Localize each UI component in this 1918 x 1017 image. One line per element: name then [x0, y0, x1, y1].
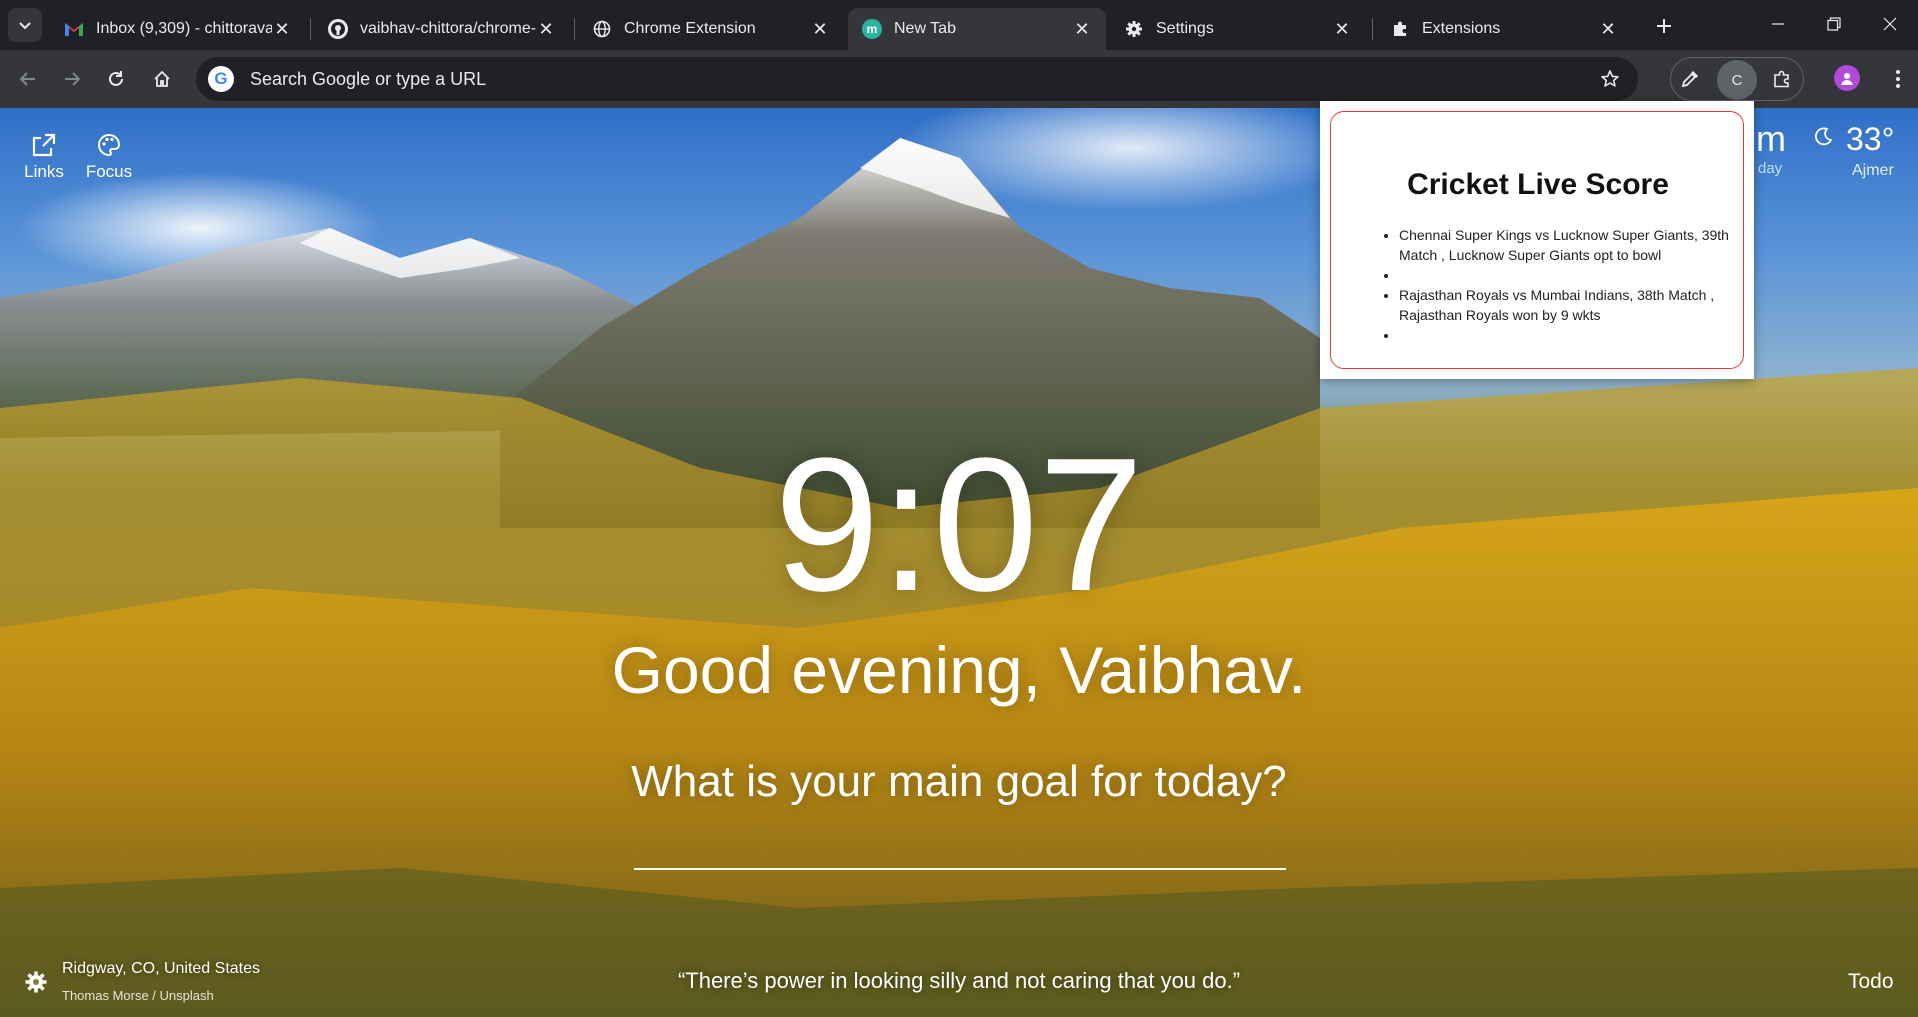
toolbar: G	[0, 50, 1918, 108]
close-icon[interactable]: ✕	[536, 19, 556, 39]
tab-separator	[310, 18, 311, 40]
chrome-menu-button[interactable]	[1880, 61, 1916, 97]
close-window-button[interactable]	[1862, 0, 1918, 48]
clock: 9:07	[774, 419, 1144, 631]
match-item: Rajasthan Royals vs Mumbai Indians, 38th…	[1399, 285, 1731, 325]
reload-button[interactable]	[98, 61, 134, 97]
tab-github[interactable]: vaibhav-chittora/chrome-e ✕	[314, 8, 570, 50]
kebab-menu-icon	[1896, 70, 1900, 88]
tab-title: Chrome Extension	[624, 20, 756, 37]
gear-icon	[1124, 19, 1144, 39]
minimize-icon	[1772, 23, 1784, 25]
back-button[interactable]	[10, 61, 46, 97]
restore-icon	[1827, 17, 1841, 31]
tab-settings[interactable]: Settings ✕	[1110, 8, 1366, 50]
plus-icon	[1657, 19, 1671, 33]
bookmark-star-icon[interactable]	[1596, 65, 1624, 93]
tab-new-tab[interactable]: m New Tab ✕	[848, 8, 1106, 50]
address-input[interactable]	[250, 68, 1596, 90]
match-item-empty	[1399, 325, 1731, 345]
close-icon[interactable]: ✕	[1598, 19, 1618, 39]
chevron-down-icon	[19, 22, 31, 30]
main-goal-input[interactable]	[634, 822, 1286, 870]
weather-city[interactable]: Ajmer	[1852, 162, 1894, 180]
home-icon	[154, 70, 170, 87]
tab-strip: Inbox (9,309) - chittoravai ✕ vaibhav-ch…	[0, 0, 1918, 50]
popup-card: Cricket Live Score Chennai Super Kings v…	[1330, 111, 1744, 369]
palette-icon	[96, 128, 122, 162]
close-icon[interactable]: ✕	[272, 19, 292, 39]
tab-separator	[1372, 18, 1373, 40]
tab-title: New Tab	[894, 20, 956, 37]
tab-title: Extensions	[1422, 20, 1501, 37]
tab-title: Inbox (9,309) - chittoravai	[96, 20, 272, 37]
cricket-extension-button[interactable]: C	[1717, 60, 1757, 100]
links-label: Links	[24, 162, 64, 181]
todo-button[interactable]: Todo	[1848, 970, 1894, 994]
forward-arrow-icon	[65, 72, 81, 86]
forward-button[interactable]	[54, 61, 90, 97]
match-item-empty	[1399, 265, 1731, 285]
puzzle-icon	[1390, 19, 1410, 39]
moon-icon	[1812, 126, 1834, 148]
focus-label: Focus	[85, 162, 133, 181]
momentum-icon: m	[862, 19, 882, 39]
popup-title: Cricket Live Score	[1407, 168, 1669, 201]
close-icon	[1883, 17, 1897, 31]
reload-icon	[109, 71, 123, 86]
external-link-icon	[31, 128, 57, 162]
extensions-puzzle-icon	[1774, 70, 1789, 88]
profile-avatar[interactable]	[1834, 65, 1860, 91]
close-icon[interactable]: ✕	[1332, 19, 1352, 39]
home-button[interactable]	[144, 61, 180, 97]
cricket-extension-popup: Cricket Live Score Chennai Super Kings v…	[1320, 101, 1754, 379]
person-icon	[1841, 73, 1853, 85]
globe-icon	[592, 19, 612, 39]
minimize-button[interactable]	[1750, 0, 1806, 48]
tab-title: vaibhav-chittora/chrome-e	[360, 20, 536, 37]
daily-quote[interactable]: “There’s power in looking silly and not …	[0, 968, 1918, 994]
links-button[interactable]: Links	[16, 128, 72, 182]
tab-separator	[574, 18, 575, 40]
github-icon	[328, 19, 348, 39]
weather-partial-text: m	[1756, 118, 1786, 159]
weather-temperature[interactable]: 33°	[1846, 121, 1894, 158]
match-item: Chennai Super Kings vs Lucknow Super Gia…	[1399, 225, 1731, 265]
focus-button[interactable]: Focus	[81, 128, 137, 182]
match-list: Chennai Super Kings vs Lucknow Super Gia…	[1379, 225, 1731, 345]
extensions-button[interactable]	[1764, 61, 1800, 97]
google-icon: G	[208, 66, 234, 92]
tab-chrome-extension[interactable]: Chrome Extension ✕	[578, 8, 844, 50]
tab-gmail[interactable]: Inbox (9,309) - chittoravai ✕	[50, 8, 306, 50]
tab-title: Settings	[1156, 20, 1214, 37]
tab-extensions[interactable]: Extensions ✕	[1376, 8, 1632, 50]
goal-question: What is your main goal for today?	[631, 757, 1287, 806]
close-icon[interactable]: ✕	[810, 19, 830, 39]
tab-search-button[interactable]	[8, 8, 42, 42]
restore-button[interactable]	[1806, 0, 1862, 48]
weather-partial-sub: day	[1758, 160, 1783, 177]
back-arrow-icon	[19, 72, 35, 86]
eyedropper-icon	[1681, 70, 1699, 88]
gmail-icon	[64, 19, 84, 39]
eyedropper-extension-button[interactable]	[1672, 61, 1708, 97]
close-icon[interactable]: ✕	[1072, 19, 1092, 39]
new-tab-button[interactable]	[1648, 10, 1680, 42]
greeting: Good evening, Vaibhav.	[611, 633, 1307, 707]
omnibox[interactable]: G	[196, 57, 1638, 101]
